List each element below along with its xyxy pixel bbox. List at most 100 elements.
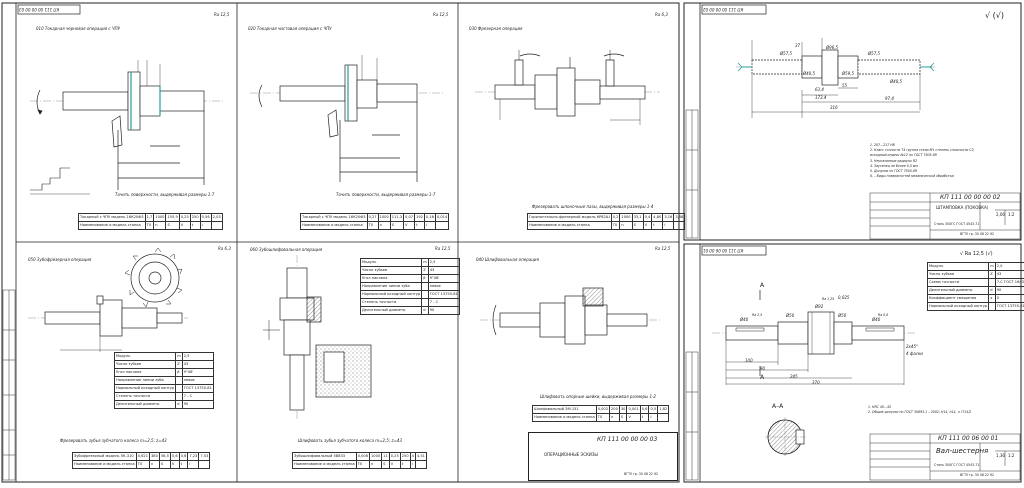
label-cell: Наименование и модель станка [532,413,597,422]
label-cell: V [388,460,401,469]
br-mass: 1,36 [996,453,1005,458]
gear-param: Угол наклона [359,274,423,283]
label-cell: i [648,413,659,422]
table-op-050: Зубофрезерный модель 5К-310 0,621 380 56,5 0… [72,452,211,469]
label-cell: i [199,221,212,230]
label-cell: n [369,460,383,469]
tr-dim: 173,4 [815,95,827,100]
table-op-060: Зубошлифовальный 5В833 0,006 1000 11 0,25 250… [292,452,427,469]
caption-050: Фрезеровать зубья зубчатого колеса m=2,5… [60,438,167,443]
label-cell: T0 [366,221,379,230]
gear-val: 90 [427,306,460,315]
gear-param: Нормальный исходный контур [926,302,990,311]
tr-group: ВГТУ гр. 30 08 22 92 [960,232,995,236]
value-cell: 0,002 [595,405,611,414]
tr-notes: 1. 207...217 НВ 2. Класс точности Т4 гру… [870,143,975,180]
gear-val: 43 [994,270,1024,279]
br-dim: 0,025 [838,295,850,300]
value-cell: 1,7 [144,213,155,222]
value-cell: 0,4 [642,213,653,222]
machine-cell: Зубошлифовальный 5В833 [292,452,357,461]
br-doc-title: Вал-шестерня [936,447,989,455]
gear-val: ГОСТ 13755-81 [181,384,214,393]
gear-param: Модуль [359,258,423,267]
table-op-030: Горизонтально-фрезерный модель 6Р82Ш 0,2 1… [527,213,686,230]
label-cell: S [618,413,628,422]
value-cell: 0,25 [178,213,191,222]
machine-cell: Токарный с ЧПУ модель 16К20Ф3 [300,213,368,222]
value-cell: 0,56 [199,213,212,222]
label-cell: Наименование и модель станка [78,221,146,230]
op-060-title: 060 Зубошлифовальная операция [250,247,323,252]
tr-dim: Ø40,5 [803,71,816,76]
machine-cell: Шлифовальный ЗМ-151 [532,405,597,414]
gear-param: Степень точности [113,392,177,401]
label-cell: n [377,221,391,230]
label-cell: V [642,221,653,230]
gear-val: 2,5 [181,352,214,361]
gear-param: Число зубьев [359,266,423,275]
label-cell: T0 [135,460,151,469]
label-cell [198,460,211,469]
br-rough: Ra 2,5 [752,313,763,317]
label-cell: n [619,221,633,230]
gear-val: ГОСТ 13755-81 [427,290,460,299]
label-cell: t [651,221,664,230]
caption-030: Фрезеровать шпоночные пазы, выдерживая р… [532,204,654,209]
tr-dim: Ø57,5 [780,51,793,56]
gear-val: 43 [181,360,214,369]
gear-val: 7-С ГОСТ 1643-81 [994,278,1024,287]
gear-param: Нормальный исходный контур [113,384,177,393]
value-cell: 0,001 [626,405,641,414]
value-cell: 2,03 [210,213,223,222]
op-030-title: 030 Фрезерная операция [469,26,523,31]
value-cell: 33,1 [631,213,644,222]
label-cell: t [189,221,201,230]
br-dim: 4 фаски [906,351,923,356]
label-cell: t [399,460,411,469]
gear-val: 2,5 [427,258,460,267]
br-title-code: КП 111 00 06 00 01 [938,435,999,442]
gear-val: 90 [181,400,214,409]
note-line: 2. Класс точности Т4 группа стали М1 сте… [870,148,975,153]
caption-010: Точить поверхности, выдерживая размеры 1… [115,192,215,197]
gear-param: Направление линии зуба [359,282,423,291]
tr-dim: Ø96,5 [826,45,839,50]
br-dim: 90 [760,366,766,371]
gear-param: Модуль [113,352,177,361]
br-dim: 2x45° [906,344,919,349]
gear-val: 90 [994,286,1024,295]
gear-val: 0 [994,294,1024,303]
label-cell: T0 [595,413,611,422]
note-line: исходный индекс №12 по ГОСТ 7505-89 [870,153,937,158]
left-title-block: КП 111 00 00 00 03 ОПЕРАЦИОННЫЕ ЭСКИЗЫ В… [528,432,678,481]
br-dim: 370 [812,380,820,385]
left-group: ВГТУ гр. 30 08 22 92 [624,472,659,476]
label-cell: S [381,460,390,469]
br-gear-table: Модуль m 2,0 Число зубьев Z 43 Схема точност… [926,262,1024,311]
tr-code-stamp: КП 111 00 00 00 02 [703,7,744,12]
section-label: А–А [772,403,784,410]
rough-010: Ra 12,5 [214,12,230,17]
gear-val: 43 [427,266,460,275]
gear-val: 7 - С [181,392,214,401]
tr-title-code: КП 111 00 00 00 02 [940,194,1001,201]
tr-dim: 63,4 [815,87,824,92]
label-cell: S [389,221,405,230]
label-cell: t [639,413,650,422]
label-cell: T0 [355,460,371,469]
value-cell: 1000 [619,213,633,222]
rough-020: Ra 12,5 [433,12,449,17]
label-cell: i [187,460,200,469]
value-cell: 0,5 [648,405,659,414]
gear-param: Коэффициент смещения [926,294,990,303]
br-material: Сталь 30ХГС ГОСТ 4543-71 [934,463,980,467]
label-cell: n [609,413,620,422]
value-cell: 0,27 [366,213,379,222]
label-cell: i [423,221,436,230]
table-op-010: Токарный с ЧПУ модель 16К20Ф3 1,7 1000 155,… [78,213,223,230]
gear-table-060: Модуль m 2,5 Число зубьев Z 43 Угол наклона β… [359,258,460,315]
value-cell: 7,23 [187,452,200,461]
caption-020: Точить поверхности, выдерживая размеры 1… [336,192,436,197]
tr-material: Сталь 30ХГС ГОСТ 4543-71 [934,222,980,226]
